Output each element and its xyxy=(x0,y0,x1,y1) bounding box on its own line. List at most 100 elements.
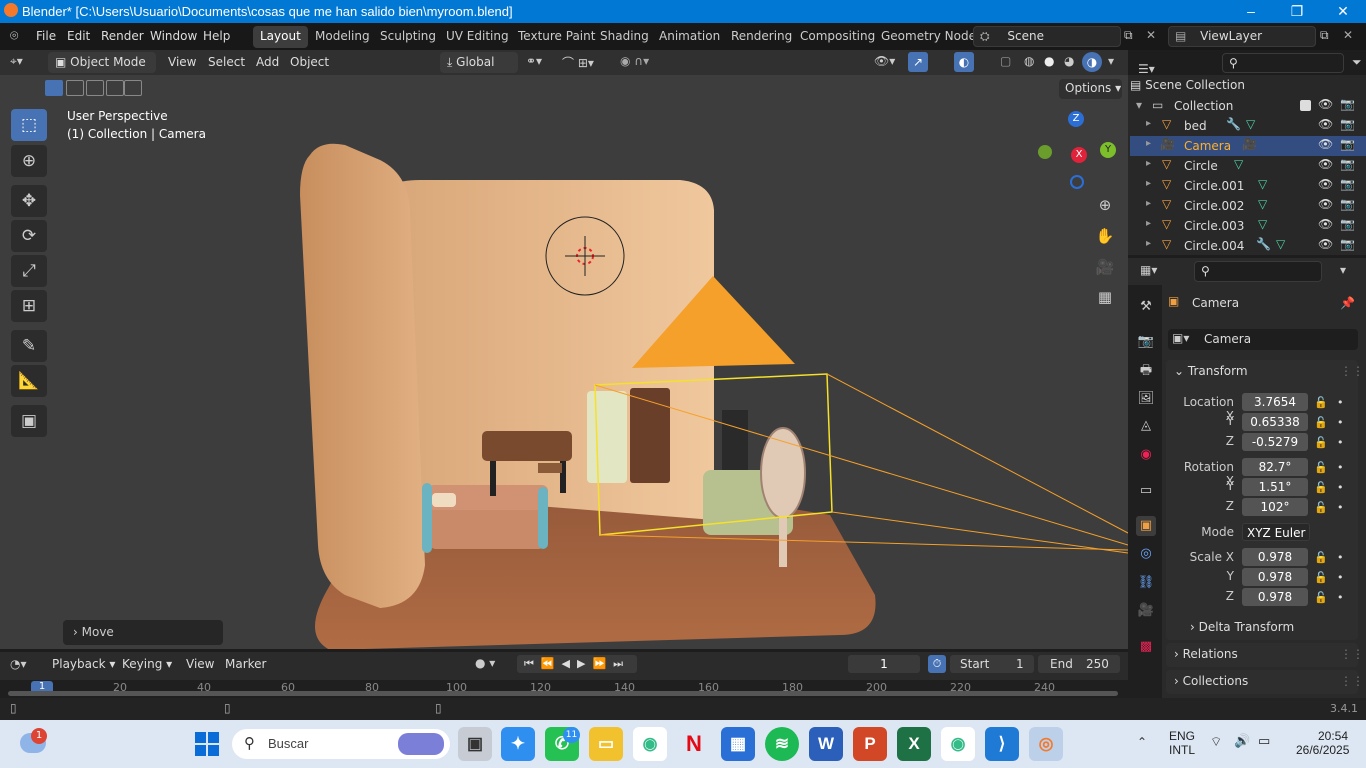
rotation-z-field[interactable]: 102° xyxy=(1242,498,1308,516)
language-indicator[interactable]: ENG INTL xyxy=(1169,729,1195,757)
eye-icon[interactable]: 👁 xyxy=(1318,117,1333,131)
scene-tab-icon[interactable]: ◬ xyxy=(1136,416,1156,436)
excel-icon[interactable]: X xyxy=(897,727,931,761)
select-subtract-mode-icon[interactable] xyxy=(86,80,104,96)
menu-marker[interactable]: Marker xyxy=(225,657,266,671)
collection-row[interactable]: ▾ ▭ Collection 👁 📷 xyxy=(1130,96,1366,116)
expand-arrow-icon[interactable]: ▸ xyxy=(1146,238,1151,249)
eye-icon[interactable]: 👁 xyxy=(1318,157,1333,171)
eye-icon[interactable]: 👁 xyxy=(1318,237,1333,251)
menu-edit[interactable]: Edit xyxy=(67,29,90,43)
output-tab-icon[interactable]: 🖶 xyxy=(1136,361,1156,381)
pan-hand-icon[interactable]: ✋ xyxy=(1091,222,1119,250)
rendered-shading-icon[interactable]: ◑ xyxy=(1082,52,1102,72)
cursor-tool-icon[interactable]: ⊕ xyxy=(11,145,47,177)
menu-object[interactable]: Object xyxy=(290,55,329,69)
lock-icon[interactable]: 🔓 🔓 🔓 xyxy=(1314,458,1328,518)
file-explorer-icon[interactable]: ▭ xyxy=(589,727,623,761)
rotate-tool-icon[interactable]: ⟳ xyxy=(11,220,47,252)
eye-icon[interactable]: 👁 xyxy=(1318,97,1333,111)
zoom-icon[interactable]: ⊕ xyxy=(1091,191,1119,219)
windows-start-icon[interactable] xyxy=(195,732,219,756)
physics-tab-icon[interactable]: ◎ xyxy=(1136,544,1156,564)
select-new-mode-icon[interactable] xyxy=(45,80,63,96)
properties-options-icon[interactable]: ▾ xyxy=(1340,263,1346,277)
preview-range-icon[interactable]: ⏱ xyxy=(928,655,946,673)
location-z-field[interactable]: -0.5279 xyxy=(1242,433,1308,451)
wifi-icon[interactable]: ⌔ xyxy=(1210,734,1222,750)
visibility-icon[interactable]: 👁▾ xyxy=(874,54,895,68)
timeline-editor-icon[interactable]: ◔▾ xyxy=(10,657,27,671)
texture-tab-icon[interactable]: ▩ xyxy=(1136,637,1156,657)
menu-file[interactable]: File xyxy=(36,29,56,43)
netflix-icon[interactable]: N xyxy=(677,727,711,761)
expand-arrow-icon[interactable]: ▾ xyxy=(1136,98,1142,112)
select-intersect-mode-icon[interactable] xyxy=(124,80,142,96)
lock-icon[interactable]: 🔓 🔓 🔓 xyxy=(1314,548,1328,608)
overlay-toggle-icon[interactable]: ◐ xyxy=(954,52,974,72)
view-layer-selector[interactable]: ▤ ViewLayer xyxy=(1168,26,1316,47)
clock[interactable]: 20:54 26/6/2025 xyxy=(1296,729,1349,757)
menu-select[interactable]: Select xyxy=(208,55,245,69)
eye-icon[interactable]: 👁 xyxy=(1318,197,1333,211)
editor-type-icon[interactable]: ⌖▾ xyxy=(10,54,23,69)
select-extend-mode-icon[interactable] xyxy=(66,80,84,96)
mesh-data-icon[interactable]: ▽ xyxy=(1258,217,1267,231)
tab-animation[interactable]: Animation xyxy=(652,26,727,48)
maximize-button[interactable]: ❐ xyxy=(1274,0,1320,23)
drag-handle-icon[interactable]: ⋮⋮ xyxy=(1340,674,1364,688)
wireframe-shading-icon[interactable]: ◍ xyxy=(1024,54,1034,68)
tab-uv-editing[interactable]: UV Editing xyxy=(439,26,516,48)
properties-search-input[interactable]: ⚲ xyxy=(1194,261,1322,282)
xray-icon[interactable]: ▢ xyxy=(1000,54,1011,68)
show-hidden-icons[interactable]: ⌃ xyxy=(1137,735,1147,749)
outliner-item-camera[interactable]: ▸ 🎥 Camera 🎥 👁 📷 xyxy=(1130,136,1366,156)
tab-geometry-nodes[interactable]: Geometry Node xyxy=(874,26,983,48)
modifier-wrench-icon[interactable]: 🔧 xyxy=(1256,237,1271,251)
select-invert-mode-icon[interactable] xyxy=(106,80,124,96)
close-button[interactable]: ✕ xyxy=(1320,0,1366,23)
expand-arrow-icon[interactable]: ▸ xyxy=(1146,158,1151,169)
world-tab-icon[interactable]: ◉ xyxy=(1136,445,1156,465)
playback-controls[interactable]: ⏮⏪◀▶⏩⏭ xyxy=(517,655,637,673)
vscode-icon[interactable]: ⟩ xyxy=(985,727,1019,761)
scene-collection-row[interactable]: ▤ Scene Collection xyxy=(1130,78,1245,92)
3d-viewport[interactable]: User Perspective (1) Collection | Camera… xyxy=(0,75,1128,649)
proportional-edit-icon[interactable]: ◉ ∩▾ xyxy=(620,54,649,68)
new-view-layer-icon[interactable]: ⧉ xyxy=(1320,28,1329,43)
measure-tool-icon[interactable]: 📐 xyxy=(11,365,47,397)
scale-y-field[interactable]: 0.978 xyxy=(1242,568,1308,586)
expand-arrow-icon[interactable]: ▸ xyxy=(1146,138,1151,149)
properties-editor-icon[interactable]: ▦▾ xyxy=(1140,263,1157,277)
expand-arrow-icon[interactable]: ▸ xyxy=(1146,198,1151,209)
outliner-item-circle-003[interactable]: ▸ ▽ Circle.003 ▽ 👁 📷 xyxy=(1130,216,1366,236)
render-camera-icon[interactable]: 📷 xyxy=(1340,97,1355,111)
tab-layout[interactable]: Layout xyxy=(253,26,308,48)
expand-arrow-icon[interactable]: ▸ xyxy=(1146,178,1151,189)
render-camera-icon[interactable]: 📷 xyxy=(1340,137,1355,151)
outliner-item-circle-001[interactable]: ▸ ▽ Circle.001 ▽ 👁 📷 xyxy=(1130,176,1366,196)
options-button[interactable]: Options ▾ xyxy=(1059,79,1122,99)
keyframe-dot-icon[interactable]: • • • xyxy=(1337,393,1344,453)
render-camera-icon[interactable]: 📷 xyxy=(1340,217,1355,231)
rotation-x-field[interactable]: 82.7° xyxy=(1242,458,1308,476)
auto-keying-icon[interactable]: ● ▾ xyxy=(475,656,495,670)
material-shading-icon[interactable]: ◕ xyxy=(1064,54,1074,68)
current-frame-field[interactable]: 1 xyxy=(848,655,920,673)
add-cube-tool-icon[interactable]: ▣ xyxy=(11,405,47,437)
outliner-item-circle-002[interactable]: ▸ ▽ Circle.002 ▽ 👁 📷 xyxy=(1130,196,1366,216)
constraints-tab-icon[interactable]: ⛓ xyxy=(1136,573,1156,593)
powerpoint-icon[interactable]: P xyxy=(853,727,887,761)
view-layer-tab-icon[interactable]: 🖼 xyxy=(1136,389,1156,409)
tab-shading[interactable]: Shading xyxy=(593,26,656,48)
blender-taskbar-icon[interactable]: ◎ xyxy=(1029,727,1063,761)
new-scene-icon[interactable]: ⧉ xyxy=(1124,28,1133,43)
object-name-field[interactable]: ▣▾ Camera xyxy=(1168,329,1358,350)
snap-icon[interactable]: ⌒ ⊞▾ xyxy=(562,54,594,71)
collections-panel[interactable]: › Collections ⋮⋮ xyxy=(1166,670,1364,694)
camera-data-icon[interactable]: 🎥 xyxy=(1242,137,1257,151)
tab-texture-paint[interactable]: Texture Paint xyxy=(511,26,602,48)
location-y-field[interactable]: 0.65338 xyxy=(1242,413,1308,431)
mesh-data-icon[interactable]: ▽ xyxy=(1234,157,1243,171)
relations-panel[interactable]: › Relations ⋮⋮ xyxy=(1166,643,1364,667)
